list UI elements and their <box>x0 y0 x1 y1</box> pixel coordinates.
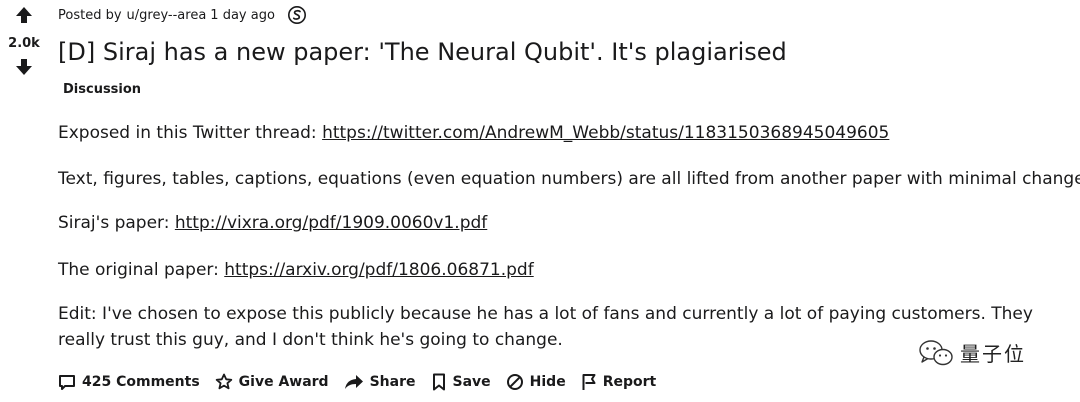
give-award-button[interactable]: Give Award <box>215 373 329 391</box>
vote-score: 2.0k <box>8 36 40 51</box>
share-label: Share <box>369 374 416 390</box>
give-award-label: Give Award <box>238 374 329 390</box>
body-paragraph: Text, figures, tables, captions, equatio… <box>58 169 1080 189</box>
vote-column: 2.0k <box>0 0 48 80</box>
hide-button[interactable]: Hide <box>506 373 566 391</box>
author-link[interactable]: u/grey--area <box>127 8 207 23</box>
upvote-arrow-icon[interactable] <box>15 6 33 28</box>
body-paragraph: The original paper: https://arxiv.org/pd… <box>58 257 534 283</box>
twitter-thread-link[interactable]: https://twitter.com/AndrewM_Webb/status/… <box>322 123 889 143</box>
report-label: Report <box>602 374 657 390</box>
bookmark-icon <box>432 373 445 391</box>
post-title[interactable]: [D] Siraj has a new paper: 'The Neural Q… <box>58 36 787 68</box>
post-flair[interactable]: Discussion <box>63 80 141 99</box>
share-button[interactable]: Share <box>344 373 416 391</box>
report-button[interactable]: Report <box>581 373 657 391</box>
original-paper-link[interactable]: https://arxiv.org/pdf/1806.06871.pdf <box>224 260 533 280</box>
sirajs-paper-link[interactable]: http://vixra.org/pdf/1909.0060v1.pdf <box>175 213 487 233</box>
save-button[interactable]: Save <box>431 373 491 391</box>
body-paragraph-edit: Edit: I've chosen to expose this publicl… <box>58 304 1033 350</box>
post-actions: 425 Comments Give Award Share Save Hide … <box>58 373 671 391</box>
downvote-arrow-icon[interactable] <box>15 58 33 80</box>
comments-label: 425 Comments <box>82 374 200 390</box>
body-text: Siraj's paper: <box>58 213 175 233</box>
posted-by-label: Posted by <box>58 7 122 23</box>
hide-label: Hide <box>529 374 566 390</box>
wechat-logo-icon <box>919 339 953 365</box>
post-age: 1 day ago <box>210 7 275 23</box>
comment-bubble-icon <box>59 375 75 390</box>
share-arrow-icon <box>344 375 363 389</box>
save-label: Save <box>452 374 491 390</box>
flag-icon <box>582 374 596 390</box>
body-paragraph: Siraj's paper: http://vixra.org/pdf/1909… <box>58 210 487 236</box>
watermark: 量子位 <box>918 338 1026 367</box>
post-meta: Posted by u/grey--area 1 day ago <box>58 5 307 25</box>
body-text: The original paper: <box>58 260 225 280</box>
hide-circle-slash-icon <box>506 374 523 390</box>
watermark-text: 量子位 <box>960 342 1026 366</box>
award-coin-icon[interactable] <box>287 5 307 25</box>
body-paragraph: Exposed in this Twitter thread: https://… <box>58 120 889 146</box>
comments-button[interactable]: 425 Comments <box>58 373 200 391</box>
body-text: Exposed in this Twitter thread: <box>58 123 323 143</box>
award-star-icon <box>215 373 232 390</box>
